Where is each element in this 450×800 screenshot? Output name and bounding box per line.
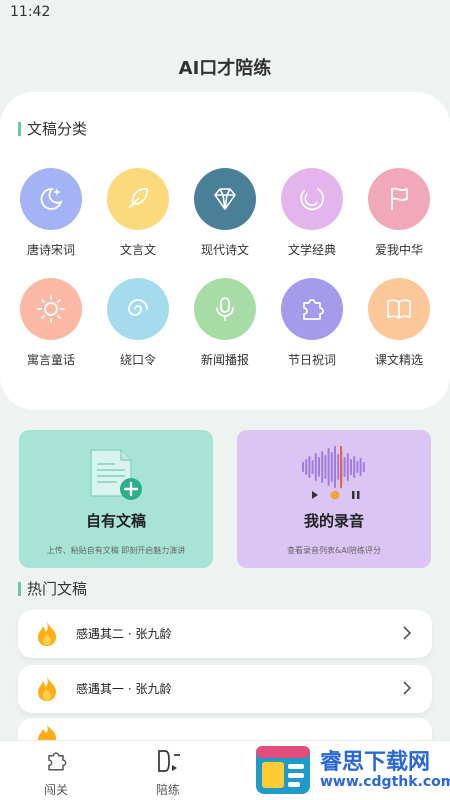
flame-icon	[38, 622, 57, 646]
nav-label: 陪练	[155, 783, 180, 797]
chevron-right-icon	[403, 681, 412, 695]
own-document-title: 自有文稿	[85, 512, 146, 530]
list-item[interactable]: 感遇其一 · 张九龄	[18, 665, 432, 713]
sun-icon	[37, 295, 65, 323]
my-recordings-title: 我的录音	[303, 512, 364, 530]
microphone-icon	[216, 297, 234, 321]
nav-item-challenge[interactable]: 闯关	[26, 747, 86, 798]
category-heading-text: 文稿分类	[27, 120, 88, 138]
watermark-icon	[256, 746, 310, 794]
category-icon-bg	[20, 168, 82, 230]
category-item-fables[interactable]: 寓言童话	[11, 278, 91, 368]
feather-icon	[128, 188, 148, 209]
category-icon-bg	[368, 278, 430, 340]
category-item-selected-texts[interactable]: 课文精选	[359, 278, 439, 368]
own-document-tile[interactable]: 自有文稿 上传、粘贴自有文稿 即刻开启魅力演讲	[19, 430, 213, 568]
document-title: 感遇其一 · 张九龄	[76, 682, 172, 696]
category-label: 绕口令	[119, 353, 156, 367]
category-label: 寓言童话	[26, 353, 75, 367]
document-title: 感遇其二 · 张九龄	[76, 627, 172, 641]
practice-icon	[158, 750, 180, 772]
category-heading: 文稿分类	[18, 118, 87, 139]
category-label: 爱我中华	[374, 243, 423, 257]
category-item-love-china[interactable]: 爱我中华	[359, 168, 439, 258]
category-icon-bg	[107, 168, 169, 230]
category-icon-bg	[368, 168, 430, 230]
status-time: 11:42	[10, 4, 51, 20]
status-bar: 11:42	[0, 0, 450, 26]
watermark-url: www.cdgthk.com	[320, 774, 450, 790]
audio-waveform-icon	[302, 446, 365, 500]
my-recordings-tile[interactable]: 我的录音 查看录音列表&AI陪练评分	[237, 430, 431, 568]
category-icon-bg	[194, 278, 256, 340]
category-item-tongue-twisters[interactable]: 绕口令	[98, 278, 178, 368]
category-label: 文学经典	[287, 243, 336, 257]
flame-icon	[38, 725, 57, 740]
chevron-right-icon	[403, 626, 412, 640]
category-item-modern-poetry[interactable]: 现代诗文	[185, 168, 265, 258]
hot-heading: 热门文稿	[18, 578, 87, 599]
puzzle-icon	[303, 299, 324, 320]
category-item-literary-classics[interactable]: 文学经典	[272, 168, 352, 258]
category-label: 唐诗宋词	[26, 243, 75, 257]
diamond-icon	[214, 188, 236, 210]
nav-label: 闯关	[43, 783, 68, 797]
watermark-logo: 睿思下载网 www.cdgthk.com	[250, 740, 450, 800]
category-label: 新闻播报	[200, 353, 249, 367]
category-label: 文言文	[119, 243, 156, 257]
heading-accent-bar	[18, 121, 21, 136]
watermark-title: 睿思下载网	[320, 750, 431, 775]
category-icon-bg	[20, 278, 82, 340]
document-add-icon	[90, 449, 142, 500]
flag-icon	[391, 187, 408, 210]
category-item-tang-poems[interactable]: 唐诗宋词	[11, 168, 91, 258]
own-document-subtitle: 上传、粘贴自有文稿 即刻开启魅力演讲	[46, 546, 186, 555]
nav-item-practice[interactable]: 陪练	[138, 747, 198, 798]
category-icon-bg	[107, 278, 169, 340]
category-card: 文稿分类 唐诗宋词 文言文 现代诗文 文学经典 爱我中华 寓言童话 绕口令 新闻…	[0, 92, 450, 410]
category-label: 现代诗文	[200, 243, 249, 257]
list-item[interactable]: 感遇其二 · 张九龄	[18, 610, 432, 658]
category-label: 节日祝词	[287, 353, 336, 367]
category-item-news-broadcast[interactable]: 新闻播报	[185, 278, 265, 368]
flame-icon	[38, 677, 57, 701]
my-recordings-subtitle: 查看录音列表&AI陪练评分	[286, 546, 382, 555]
page-title: AI口才陪练	[178, 58, 272, 79]
category-label: 课文精选	[374, 353, 423, 367]
category-icon-bg	[281, 168, 343, 230]
moon-star-icon	[40, 188, 63, 210]
category-icon-bg	[194, 168, 256, 230]
hot-heading-text: 热门文稿	[27, 580, 88, 598]
heading-accent-bar	[18, 581, 21, 596]
book-icon	[387, 299, 411, 319]
swirl-icon	[128, 299, 148, 316]
list-item[interactable]	[18, 718, 432, 740]
category-item-classical-chinese[interactable]: 文言文	[98, 168, 178, 258]
category-item-festival-greetings[interactable]: 节日祝词	[272, 278, 352, 368]
category-icon-bg	[281, 278, 343, 340]
puzzle-outline-icon	[48, 752, 67, 771]
ring-icon	[300, 188, 325, 211]
